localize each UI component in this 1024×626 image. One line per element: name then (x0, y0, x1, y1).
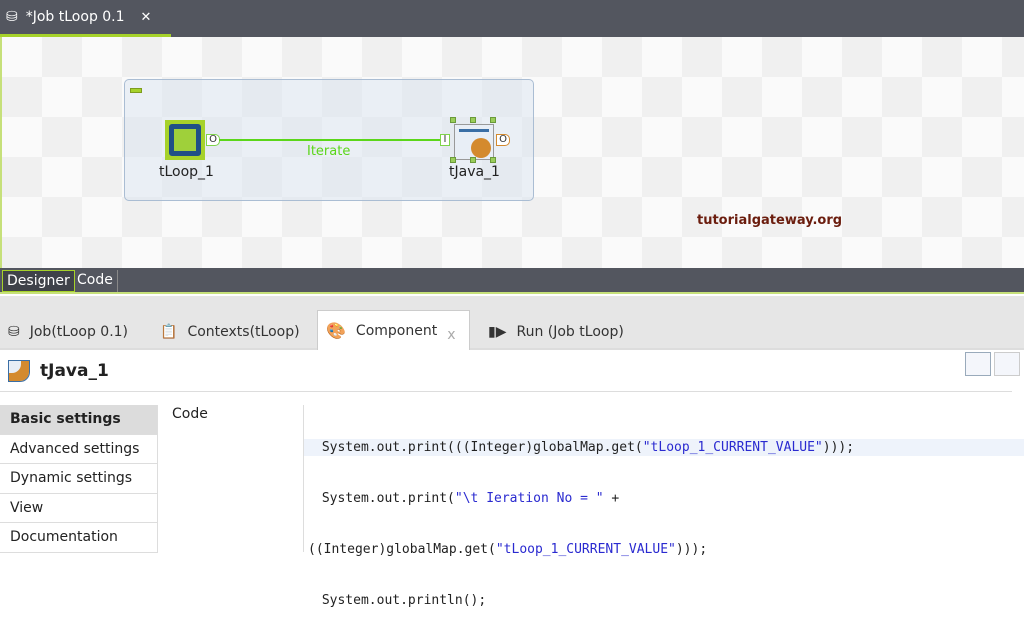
palette-icon: 🎨 (326, 321, 346, 340)
tab-job[interactable]: ⛁ Job(tLoop 0.1) (0, 313, 136, 350)
tjava-icon (8, 359, 30, 382)
selection-handle[interactable] (450, 117, 456, 123)
job-editor-tab[interactable]: ⛁ *Job tLoop 0.1 ✕ (0, 0, 171, 37)
job-tab-title: *Job tLoop 0.1 (25, 9, 125, 25)
iterate-link-label: Iterate (307, 144, 351, 159)
code-line: System.out.print("\t Ieration No = " + (314, 491, 620, 506)
collapse-subjob-button[interactable] (130, 88, 142, 93)
tab-code[interactable]: Code (73, 270, 118, 292)
watermark: tutorialgateway.org (697, 213, 843, 228)
settings-sidebar: Basic settings Advanced settings Dynamic… (0, 405, 158, 553)
grid-layout-button[interactable] (965, 352, 991, 376)
tab-contexts[interactable]: 📋 Contexts(tLoop) (152, 313, 308, 350)
code-line: System.out.print(((Integer)globalMap.get… (304, 439, 1024, 456)
iterate-link[interactable] (219, 139, 442, 141)
tjava-component-icon[interactable] (454, 124, 494, 160)
tloop-component-icon[interactable] (165, 120, 205, 160)
selection-handle[interactable] (490, 117, 496, 123)
close-icon[interactable]: x (447, 327, 455, 343)
tab-label: Run (Job tLoop) (516, 323, 624, 340)
selection-handle[interactable] (450, 157, 456, 163)
tab-component[interactable]: 🎨 Component x (317, 310, 470, 350)
tab-label: Contexts(tLoop) (187, 323, 300, 340)
sidebar-item-advanced-settings[interactable]: Advanced settings (0, 434, 158, 464)
tjava-output-port[interactable]: O (496, 134, 510, 146)
tab-designer[interactable]: Designer (2, 270, 75, 292)
tab-label: Component (355, 322, 438, 339)
view-tab-bar (0, 268, 1024, 294)
clipboard-check-icon: 📋 (160, 323, 178, 340)
selection-handle[interactable] (470, 157, 476, 163)
sidebar-item-view[interactable]: View (0, 493, 158, 523)
list-layout-button[interactable] (994, 352, 1020, 376)
code-editor[interactable]: System.out.print(((Integer)globalMap.get… (303, 405, 1024, 608)
sidebar-item-documentation[interactable]: Documentation (0, 523, 158, 553)
close-icon[interactable]: ✕ (141, 10, 152, 25)
tab-run[interactable]: ▮▶ Run (Job tLoop) (480, 313, 632, 350)
job-icon: ⛁ (8, 323, 20, 340)
code-line: ((Integer)globalMap.get("tLoop_1_CURRENT… (308, 542, 708, 557)
component-title: tJava_1 (40, 360, 109, 381)
tjava-input-port[interactable]: I (440, 134, 450, 146)
selection-handle[interactable] (490, 157, 496, 163)
run-icon: ▮▶ (488, 323, 507, 340)
tjava-label: tJava_1 (449, 164, 500, 180)
component-header: tJava_1 (0, 350, 1012, 392)
sidebar-item-basic-settings[interactable]: Basic settings (0, 405, 158, 435)
job-icon: ⛁ (6, 9, 18, 25)
gear-icon (471, 138, 491, 158)
tloop-output-port[interactable]: O (206, 134, 220, 146)
tloop-label: tLoop_1 (159, 164, 214, 180)
selection-handle[interactable] (470, 117, 476, 123)
tab-label: Job(tLoop 0.1) (29, 323, 129, 340)
sidebar-item-dynamic-settings[interactable]: Dynamic settings (0, 464, 158, 494)
code-line: System.out.println(); (314, 593, 487, 608)
code-label: Code (172, 406, 208, 422)
